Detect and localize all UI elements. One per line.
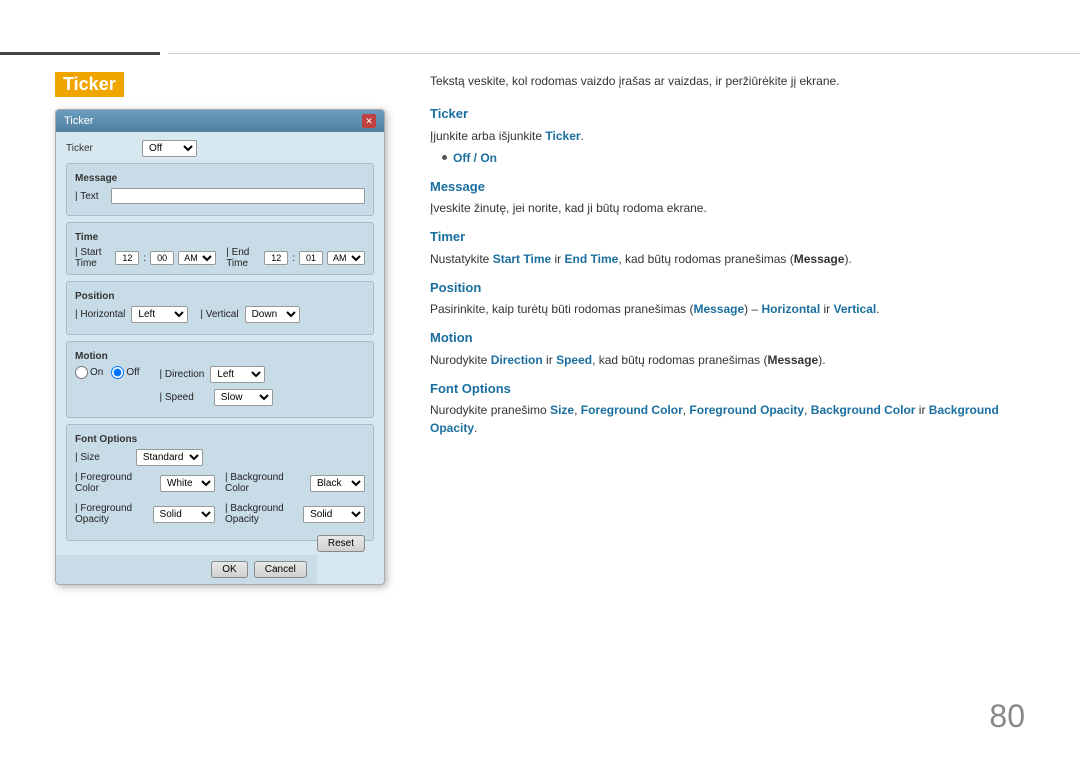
horizontal-label: | Horizontal bbox=[75, 309, 125, 320]
message-input[interactable] bbox=[111, 188, 365, 204]
direction-select[interactable]: LeftRight bbox=[210, 366, 265, 383]
bullet-dot bbox=[442, 155, 447, 160]
speed-select[interactable]: SlowNormalFast bbox=[214, 389, 273, 406]
section-body-message: Įveskite žinutę, jei norite, kad ji būtų… bbox=[430, 199, 1025, 217]
ticker-select[interactable]: Off On bbox=[142, 140, 197, 157]
color-grid: | Foreground Color WhiteBlack | Backgrou… bbox=[75, 472, 365, 531]
fg-color-select[interactable]: WhiteBlack bbox=[160, 475, 215, 492]
motion-radio-group: On Off bbox=[75, 366, 140, 379]
motion-on-item: On bbox=[75, 366, 103, 379]
speed-row: | Speed SlowNormalFast bbox=[160, 389, 273, 406]
bullet-text: Off / On bbox=[453, 149, 497, 167]
section-heading-timer: Timer bbox=[430, 227, 1025, 247]
fg-opacity-row: | Foreground Opacity SolidTransparent bbox=[75, 503, 215, 525]
size-row: | Size StandardLargeSmall bbox=[75, 449, 365, 466]
fg-opacity-label: | Foreground Opacity bbox=[75, 503, 147, 525]
dialog-footer: OK Cancel bbox=[56, 555, 317, 584]
vertical-label: | Vertical bbox=[200, 309, 238, 320]
section-body-font-options: Nurodykite pranešimo Size, Foreground Co… bbox=[430, 401, 1025, 437]
intro-text: Tekstą veskite, kol rodomas vaizdo įraša… bbox=[430, 72, 1025, 90]
start-time-label: | Start Time bbox=[75, 247, 111, 269]
dialog-title: Ticker bbox=[64, 115, 94, 127]
section-heading-motion: Motion bbox=[430, 328, 1025, 348]
message-text-label: | Text bbox=[75, 191, 105, 202]
motion-on-label: On bbox=[90, 367, 103, 378]
font-options-section: Font Options | Size StandardLargeSmall |… bbox=[66, 424, 374, 541]
bg-color-label: | Background Color bbox=[225, 472, 304, 494]
dialog-close-button[interactable]: ✕ bbox=[362, 114, 376, 128]
position-section: Position | Horizontal LeftRightCenter | … bbox=[66, 281, 374, 335]
message-section: Message | Text bbox=[66, 163, 374, 216]
section-heading-position: Position bbox=[430, 278, 1025, 298]
fg-color-row: | Foreground Color WhiteBlack bbox=[75, 472, 215, 494]
ticker-field-label: Ticker bbox=[66, 143, 136, 154]
direction-label: | Direction bbox=[160, 369, 205, 380]
motion-on-radio[interactable] bbox=[75, 366, 88, 379]
page-number: 80 bbox=[989, 698, 1025, 735]
motion-off-label: Off bbox=[126, 367, 139, 378]
fg-opacity-select[interactable]: SolidTransparent bbox=[153, 506, 215, 523]
message-section-label: Message bbox=[75, 173, 365, 184]
end-min-input[interactable]: 01 bbox=[299, 251, 323, 265]
ticker-title: Ticker bbox=[55, 72, 124, 97]
ticker-row: Ticker Off On bbox=[66, 140, 374, 157]
bg-opacity-row: | Background Opacity SolidTransparent bbox=[225, 503, 365, 525]
dialog-titlebar: Ticker ✕ bbox=[56, 110, 384, 132]
section-body-position: Pasirinkite, kaip turėtų būti rodomas pr… bbox=[430, 300, 1025, 318]
end-time-label: | End Time bbox=[226, 247, 260, 269]
section-body-motion: Nurodykite Direction ir Speed, kad būtų … bbox=[430, 351, 1025, 369]
section-heading-font-options: Font Options bbox=[430, 379, 1025, 399]
motion-section-label: Motion bbox=[75, 351, 365, 362]
bg-color-select[interactable]: BlackWhite bbox=[310, 475, 365, 492]
motion-settings: | Direction LeftRight | Speed SlowNormal… bbox=[160, 366, 273, 412]
ok-button[interactable]: OK bbox=[211, 561, 247, 578]
motion-section: Motion On Off | Direc bbox=[66, 341, 374, 418]
bg-opacity-select[interactable]: SolidTransparent bbox=[303, 506, 365, 523]
section-body-ticker: Įjunkite arba išjunkite Ticker. bbox=[430, 127, 1025, 145]
cancel-button[interactable]: Cancel bbox=[254, 561, 307, 578]
position-section-label: Position bbox=[75, 291, 365, 302]
fg-color-label: | Foreground Color bbox=[75, 472, 154, 494]
size-select[interactable]: StandardLargeSmall bbox=[136, 449, 203, 466]
direction-row: | Direction LeftRight bbox=[160, 366, 273, 383]
top-decorative-lines bbox=[0, 52, 1080, 55]
dialog-body: Ticker Off On Message | Text Time | Star… bbox=[56, 132, 384, 555]
motion-off-item: Off bbox=[111, 366, 139, 379]
right-section: Tekstą veskite, kol rodomas vaizdo įraša… bbox=[430, 72, 1025, 441]
font-options-label: Font Options bbox=[75, 434, 365, 445]
ticker-dialog: Ticker ✕ Ticker Off On Message | Text bbox=[55, 109, 385, 585]
time-row: | Start Time 12 : 00 AMPM | End Time 12 … bbox=[75, 247, 365, 269]
motion-off-radio[interactable] bbox=[111, 366, 124, 379]
section-heading-message: Message bbox=[430, 177, 1025, 197]
bullet-off-on: Off / On bbox=[442, 149, 1025, 167]
bg-opacity-label: | Background Opacity bbox=[225, 503, 297, 525]
start-ampm-select[interactable]: AMPM bbox=[178, 251, 216, 265]
time-section: Time | Start Time 12 : 00 AMPM | End Tim… bbox=[66, 222, 374, 275]
section-body-timer: Nustatykite Start Time ir End Time, kad … bbox=[430, 250, 1025, 268]
size-label: | Size bbox=[75, 452, 100, 463]
time-section-label: Time bbox=[75, 232, 365, 243]
horizontal-select[interactable]: LeftRightCenter bbox=[131, 306, 188, 323]
start-hour-input[interactable]: 12 bbox=[115, 251, 139, 265]
left-section: Ticker Ticker ✕ Ticker Off On Message | … bbox=[55, 72, 435, 585]
speed-label: | Speed bbox=[160, 392, 194, 403]
vertical-select[interactable]: DownUp bbox=[245, 306, 300, 323]
bg-color-row: | Background Color BlackWhite bbox=[225, 472, 365, 494]
section-heading-ticker: Ticker bbox=[430, 104, 1025, 124]
message-row: | Text bbox=[75, 188, 365, 204]
end-hour-input[interactable]: 12 bbox=[264, 251, 288, 265]
top-line-dark bbox=[0, 52, 160, 55]
end-ampm-select[interactable]: AMPM bbox=[327, 251, 365, 265]
reset-button[interactable]: Reset bbox=[317, 535, 365, 552]
start-min-input[interactable]: 00 bbox=[150, 251, 174, 265]
position-row: | Horizontal LeftRightCenter | Vertical … bbox=[75, 306, 365, 323]
top-line-light bbox=[168, 53, 1080, 54]
